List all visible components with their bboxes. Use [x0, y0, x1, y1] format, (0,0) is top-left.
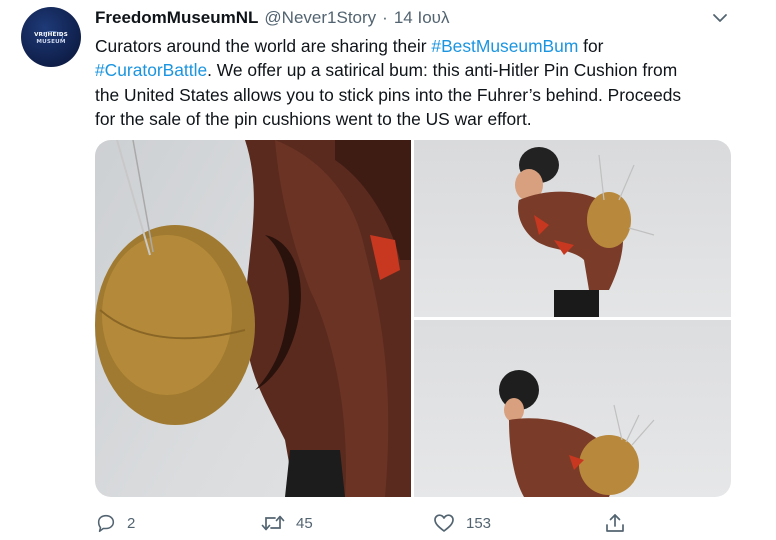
retweet-arrows-icon: [261, 515, 285, 531]
tweet-text-segment: for: [578, 36, 604, 56]
retweet-button[interactable]: 45: [260, 508, 313, 538]
reply-count: 2: [127, 514, 136, 532]
photo-closeup[interactable]: [95, 140, 411, 497]
header-separator: ·: [382, 8, 388, 27]
tweet-text-line: #CuratorBattle. We offer up a satirical …: [95, 58, 755, 82]
media-grid: [95, 140, 731, 497]
tweet-text-segment: . We offer up a satirical bum: this anti…: [207, 60, 678, 81]
tweet-text-line: the United States allows you to stick pi…: [95, 84, 682, 105]
tweet-text-segment: Curators around the world are sharing th…: [95, 36, 432, 56]
avatar-logo-line1: VRIJHEIDS: [34, 32, 68, 38]
retweet-count: 45: [296, 514, 313, 532]
tweet[interactable]: VRIJHEIDS MUSEUM FreedomMuseumNL @Never1…: [0, 0, 776, 540]
tweet-header: FreedomMuseumNL @Never1Story · 14 Ιουλ: [95, 8, 449, 30]
author-handle[interactable]: @Never1Story: [264, 8, 376, 28]
author-name[interactable]: FreedomMuseumNL: [95, 8, 258, 28]
chevron-down-icon[interactable]: [708, 8, 732, 28]
tweet-text: Curators around the world are sharing th…: [95, 34, 755, 131]
avatar[interactable]: VRIJHEIDS MUSEUM: [21, 7, 81, 67]
like-button[interactable]: 153: [432, 508, 491, 538]
tweet-text-line: for the sale of the pin cushions went to…: [95, 108, 532, 129]
like-count: 153: [466, 514, 492, 532]
share-upload-icon: [606, 514, 624, 532]
hashtag-best-museum-bum[interactable]: #BestMuseumBum: [431, 36, 578, 56]
avatar-logo-line2: MUSEUM: [36, 39, 66, 45]
tweet-text-line: Curators around the world are sharing th…: [95, 34, 755, 58]
photo-rear-view[interactable]: [414, 320, 731, 497]
tweet-date[interactable]: 14 Ιουλ: [394, 8, 450, 28]
hashtag-curator-battle[interactable]: #CuratorBattle: [95, 60, 207, 80]
speech-bubble-icon: [97, 514, 115, 533]
photo-full-figure[interactable]: [414, 140, 731, 317]
share-button[interactable]: [604, 508, 626, 538]
action-bar: 2 45 153: [95, 508, 655, 538]
heart-icon: [434, 514, 454, 532]
reply-button[interactable]: 2: [95, 508, 135, 538]
